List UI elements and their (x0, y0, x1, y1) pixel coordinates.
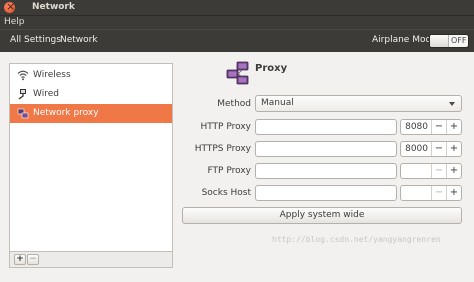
decrement-button[interactable]: − (431, 186, 446, 200)
https-proxy-port-value: 8000 (405, 144, 428, 154)
switch-knob[interactable] (430, 35, 449, 47)
https-proxy-host-input[interactable] (255, 141, 397, 157)
breadcrumb-all-settings[interactable]: All Settings (10, 35, 61, 45)
ftp-proxy-label: FTP Proxy (207, 166, 251, 176)
wired-icon (17, 88, 29, 100)
method-value: Manual (261, 98, 294, 108)
remove-connection-button[interactable]: − (27, 254, 39, 265)
ftp-proxy-host-input[interactable] (255, 163, 397, 179)
decrement-button[interactable]: − (431, 142, 446, 156)
increment-button[interactable]: + (446, 142, 461, 156)
sidebar-item-wireless[interactable]: Wireless (10, 66, 172, 85)
sidebar-item-label: Wireless (33, 70, 71, 80)
proxy-icon (17, 107, 29, 119)
add-remove-bar: + − (9, 252, 173, 268)
menu-help[interactable]: Help (4, 17, 25, 27)
settings-content: Wireless Wired Network proxy + − Proxy M… (0, 52, 474, 282)
http-proxy-host-input[interactable] (255, 119, 397, 135)
socks-host-label: Socks Host (201, 188, 251, 198)
increment-button[interactable]: + (446, 186, 461, 200)
chevron-down-icon (449, 102, 455, 106)
wifi-icon (17, 69, 29, 81)
increment-button[interactable]: + (446, 120, 461, 134)
network-proxy-icon (226, 61, 252, 87)
http-proxy-label: HTTP Proxy (200, 122, 251, 132)
airplane-mode-switch[interactable]: OFF (429, 34, 469, 48)
title-bar: Network (0, 0, 474, 15)
breadcrumb-network: Network (60, 35, 98, 45)
socks-port-spinner[interactable]: − + (400, 185, 462, 201)
toolbar: All Settings Network Airplane Mode OFF (0, 29, 474, 52)
watermark-text: http://blog.csdn.net/yangyangrenren (272, 235, 441, 244)
decrement-button[interactable]: − (431, 120, 446, 134)
proxy-title: Proxy (255, 63, 288, 74)
sidebar-item-network-proxy[interactable]: Network proxy (10, 104, 172, 123)
sidebar-item-label: Wired (33, 89, 59, 99)
switch-state-text: OFF (451, 36, 467, 45)
socks-host-input[interactable] (255, 185, 397, 201)
window-title: Network (32, 2, 75, 12)
https-proxy-port-spinner[interactable]: 8000 − + (400, 141, 462, 157)
sidebar-item-wired[interactable]: Wired (10, 85, 172, 104)
increment-button[interactable]: + (446, 164, 461, 178)
close-window-button[interactable] (4, 0, 15, 13)
decrement-button[interactable]: − (431, 164, 446, 178)
airplane-mode-label: Airplane Mode (372, 35, 437, 45)
method-label: Method (217, 99, 251, 109)
method-dropdown[interactable]: Manual (255, 95, 462, 112)
https-proxy-label: HTTPS Proxy (194, 144, 251, 154)
http-proxy-port-spinner[interactable]: 8080 − + (400, 119, 462, 135)
apply-system-wide-button[interactable]: Apply system wide (182, 207, 462, 224)
menu-bar: Help (0, 15, 474, 29)
ftp-proxy-port-spinner[interactable]: − + (400, 163, 462, 179)
add-connection-button[interactable]: + (14, 254, 26, 265)
http-proxy-port-value: 8080 (405, 122, 428, 132)
sidebar-item-label: Network proxy (33, 108, 99, 118)
network-device-list: Wireless Wired Network proxy (9, 63, 173, 252)
